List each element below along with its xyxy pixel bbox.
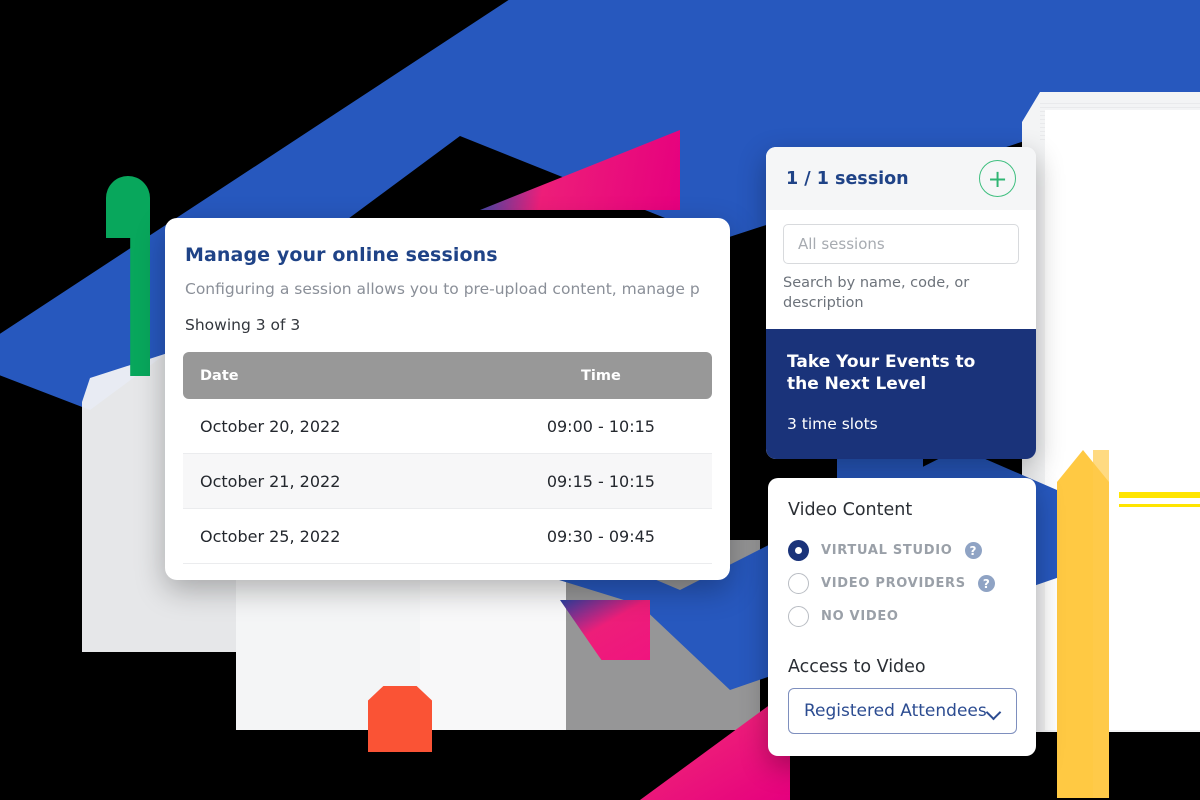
screenshot-stage: Manage your online sessions Configuring … <box>0 0 1200 800</box>
side-panel-body: Search by name, code, or description <box>766 210 1036 329</box>
session-search-hint: Search by name, code, or description <box>783 275 970 311</box>
column-header-date: Date <box>200 367 239 384</box>
access-to-video-label: Access to Video <box>788 657 926 677</box>
radio-label-virtual-studio: VIRTUAL STUDIO <box>821 543 953 558</box>
radio-button-video-providers[interactable] <box>788 573 809 594</box>
cell-date: October 20, 2022 <box>200 416 341 436</box>
session-list-item[interactable]: Take Your Events to the Next Level 3 tim… <box>766 329 1036 459</box>
sessions-side-panel: 1 / 1 session + Search by name, code, or… <box>766 147 1036 459</box>
access-to-video-value: Registered Attendees <box>804 701 987 721</box>
radio-button-no-video[interactable] <box>788 606 809 627</box>
cell-date: October 25, 2022 <box>200 526 341 546</box>
yellow-line-decoration-1 <box>1119 492 1200 498</box>
plus-icon: + <box>987 164 1008 193</box>
cell-date: October 21, 2022 <box>200 471 341 491</box>
sessions-showing-count: Showing 3 of 3 <box>185 316 301 334</box>
orange-octagon-decoration <box>368 686 432 752</box>
yellow-line-decoration-2 <box>1119 504 1200 507</box>
video-content-card: Video Content VIRTUAL STUDIO ? VIDEO PRO… <box>768 478 1036 756</box>
question-mark-icon[interactable]: ? <box>977 575 995 592</box>
column-header-time: Time <box>581 367 621 384</box>
session-search-input[interactable] <box>783 224 1019 264</box>
session-counter-label: 1 / 1 session <box>786 168 909 189</box>
cell-time: 09:00 - 10:15 <box>546 416 655 436</box>
radio-option-no-video[interactable]: NO VIDEO <box>788 600 1016 633</box>
question-mark-icon[interactable]: ? <box>964 542 982 559</box>
page-title: Manage your online sessions <box>185 244 498 266</box>
cell-time: 09:15 - 10:15 <box>546 471 655 491</box>
cell-time: 09:30 - 09:45 <box>546 526 655 546</box>
sessions-description: Configuring a session allows you to pre-… <box>185 280 700 298</box>
table-row[interactable]: October 21, 2022 09:15 - 10:15 <box>183 454 712 509</box>
session-name: Take Your Events to the Next Level <box>787 352 976 394</box>
yellow-pillar-shade-decoration <box>1093 450 1109 798</box>
table-row[interactable]: October 20, 2022 09:00 - 10:15 <box>183 399 712 454</box>
access-to-video-select[interactable]: Registered Attendees <box>788 688 1017 734</box>
video-content-title: Video Content <box>788 500 913 520</box>
session-time-slots: 3 time slots <box>787 415 878 433</box>
chevron-down-icon <box>987 707 1001 716</box>
radio-label-no-video: NO VIDEO <box>821 609 899 624</box>
manage-sessions-card: Manage your online sessions Configuring … <box>165 218 730 580</box>
sessions-table: Date Time October 20, 2022 09:00 - 10:15… <box>165 352 730 564</box>
add-session-button[interactable]: + <box>979 160 1016 197</box>
radio-option-video-providers[interactable]: VIDEO PROVIDERS ? <box>788 567 1016 600</box>
radio-label-video-providers: VIDEO PROVIDERS <box>821 576 966 591</box>
radio-option-virtual-studio[interactable]: VIRTUAL STUDIO ? <box>788 534 1016 567</box>
side-panel-header: 1 / 1 session + <box>766 147 1036 210</box>
table-row[interactable]: October 25, 2022 09:30 - 09:45 <box>183 509 712 564</box>
table-header-row: Date Time <box>183 352 712 399</box>
radio-button-virtual-studio[interactable] <box>788 540 809 561</box>
